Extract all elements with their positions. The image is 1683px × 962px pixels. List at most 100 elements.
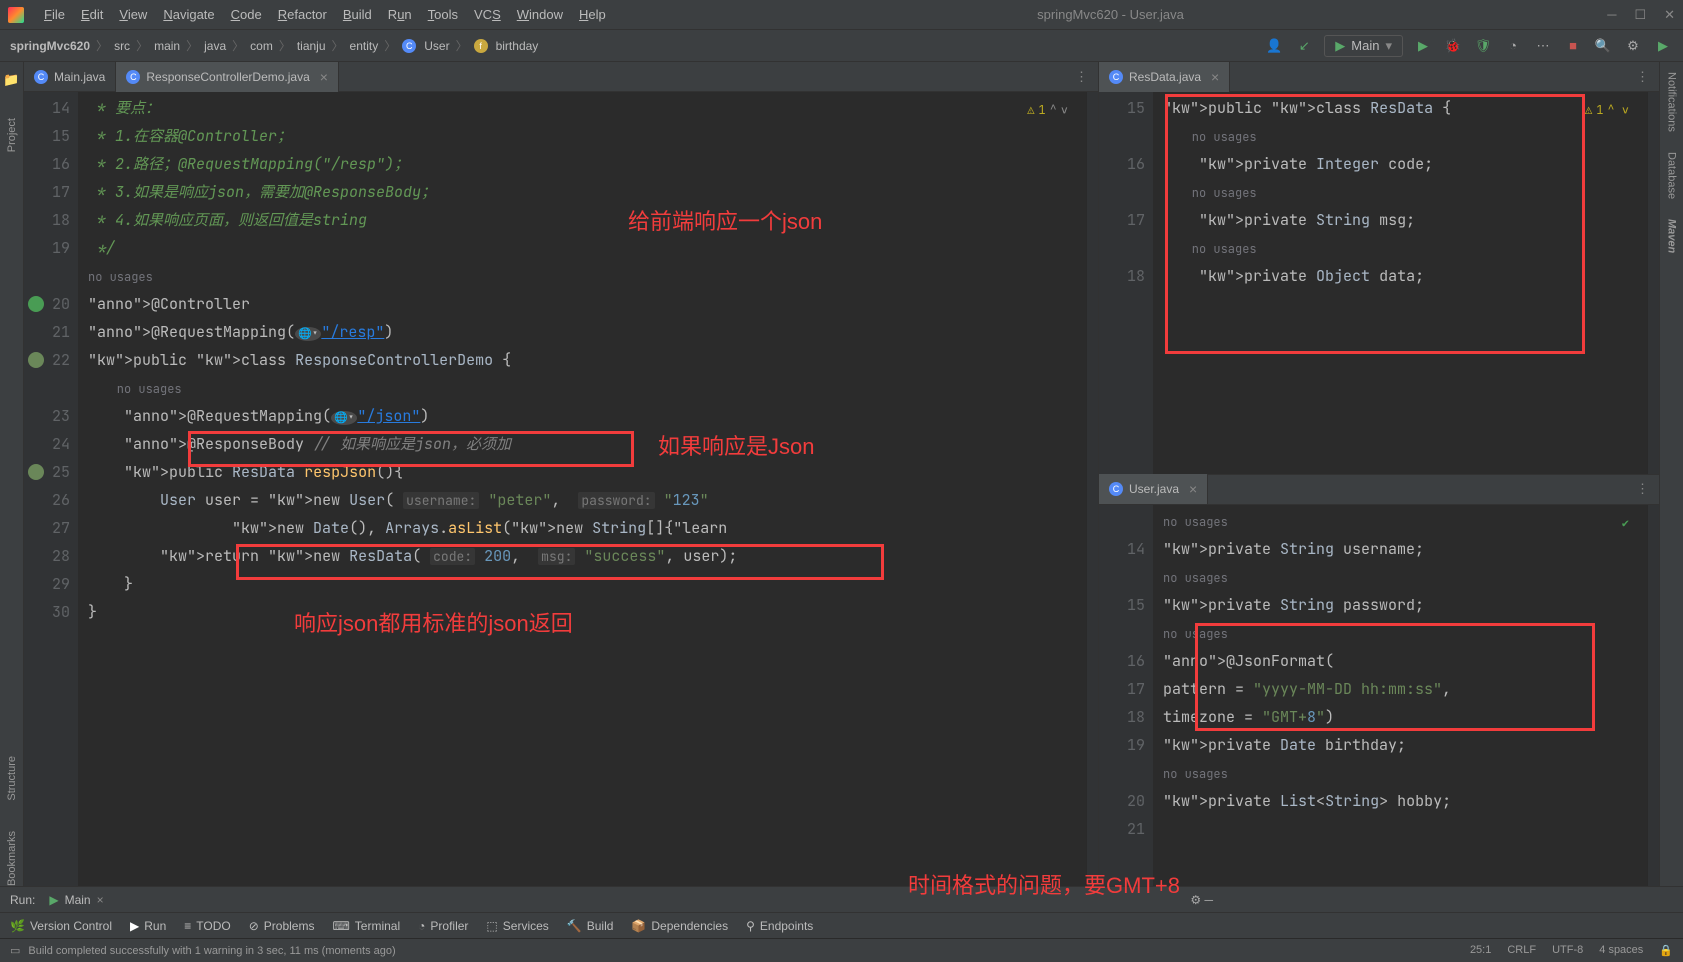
- field-icon: f: [474, 39, 488, 53]
- tab-close-icon[interactable]: ×: [320, 69, 328, 85]
- ide-logo-icon: [8, 7, 24, 23]
- run-triangle-icon: ▶: [49, 893, 58, 907]
- main-toolbar: 👤 ↙ ▶ Main ▾ ▶ 🐞 🛡 ◔ ⋯ ■ 🔍 ⚙ ▶: [1264, 35, 1673, 57]
- profiler-button[interactable]: ◔: [1503, 36, 1523, 56]
- tab-label: ResData.java: [1129, 70, 1201, 84]
- menu-file[interactable]: File: [36, 7, 73, 22]
- tab-close-icon[interactable]: ×: [1211, 69, 1219, 85]
- menu-run[interactable]: Run: [380, 7, 420, 22]
- menu-refactor[interactable]: Refactor: [270, 7, 335, 22]
- tab-close-icon[interactable]: ×: [1189, 481, 1197, 497]
- tool-version-control[interactable]: 🌿Version Control: [10, 919, 112, 933]
- status-bar: ▭ Build completed successfully with 1 wa…: [0, 938, 1683, 962]
- side-maven[interactable]: Maven: [1666, 219, 1678, 253]
- run-panel-tab[interactable]: ▶ Main ×: [49, 893, 103, 907]
- crumb-birthday[interactable]: birthday: [496, 39, 539, 53]
- tab-label: User.java: [1129, 482, 1179, 496]
- side-bookmarks[interactable]: Bookmarks: [6, 831, 18, 886]
- indent[interactable]: 4 spaces: [1599, 944, 1643, 957]
- coverage-button[interactable]: 🛡: [1473, 36, 1493, 56]
- tool-dependencies[interactable]: 📦Dependencies: [631, 919, 728, 933]
- breadcrumb[interactable]: springMvc620 〉src 〉main 〉java 〉com 〉tian…: [10, 37, 538, 54]
- status-icon[interactable]: ▭: [10, 944, 20, 957]
- menu-build[interactable]: Build: [335, 7, 380, 22]
- crumb-project[interactable]: springMvc620: [10, 39, 90, 53]
- side-database[interactable]: Database: [1666, 152, 1678, 199]
- right-top-tabs: C ResData.java × ⋮: [1099, 62, 1659, 92]
- line-ending[interactable]: CRLF: [1507, 944, 1536, 957]
- tool-run[interactable]: ▶Run: [130, 919, 166, 933]
- tool-terminal[interactable]: ⌨Terminal: [332, 919, 400, 933]
- minimize-icon[interactable]: ─: [1607, 7, 1616, 23]
- code-area-left[interactable]: ⚠ 1 ^ ∨ 14151617181920212223242526272829…: [24, 92, 1098, 886]
- lock-icon[interactable]: 🔒: [1659, 944, 1673, 957]
- crumb-com[interactable]: com: [250, 39, 273, 53]
- back-arrow-icon[interactable]: ↙: [1294, 36, 1314, 56]
- crumb-user[interactable]: User: [424, 39, 449, 53]
- side-project[interactable]: Project: [6, 118, 18, 152]
- right-bottom-tabs: C User.java × ⋮: [1099, 475, 1659, 505]
- run-config-label: Main: [1351, 38, 1379, 53]
- menu-edit[interactable]: Edit: [73, 7, 111, 22]
- tab-menu-icon[interactable]: ⋮: [1626, 69, 1659, 85]
- add-user-icon[interactable]: 👤: [1264, 36, 1284, 56]
- java-class-icon: C: [1109, 482, 1123, 496]
- class-icon: C: [402, 39, 416, 53]
- tab-response-controller[interactable]: C ResponseControllerDemo.java ×: [116, 62, 339, 92]
- encoding[interactable]: UTF-8: [1552, 944, 1583, 957]
- bottom-tool-bar: 🌿Version Control ▶Run ≡TODO ⊘Problems ⌨T…: [0, 912, 1683, 938]
- run-panel: Run: ▶ Main × ⚙ ─: [0, 886, 1683, 912]
- maximize-icon[interactable]: ☐: [1634, 7, 1646, 23]
- run-tab-label: Main: [65, 893, 91, 907]
- editor-right-top: C ResData.java × ⋮ ⚠ 1 ^ ∨ 15161718 "kw"…: [1099, 62, 1659, 474]
- menu-window[interactable]: Window: [509, 7, 571, 22]
- editor-right-bottom: C User.java × ⋮ ✔ 1415161718192021 no us…: [1099, 474, 1659, 887]
- stop-button[interactable]: ■: [1563, 36, 1583, 56]
- caret-position[interactable]: 25:1: [1470, 944, 1491, 957]
- side-structure[interactable]: Structure: [6, 756, 18, 801]
- tool-endpoints[interactable]: ⚲Endpoints: [746, 919, 813, 933]
- play-alt-icon[interactable]: ▶: [1653, 36, 1673, 56]
- editor-left: C Main.java C ResponseControllerDemo.jav…: [24, 62, 1099, 886]
- side-notifications[interactable]: Notifications: [1666, 72, 1678, 132]
- tool-profiler[interactable]: ◔Profiler: [418, 919, 468, 933]
- menu-help[interactable]: Help: [571, 7, 614, 22]
- left-tabs: C Main.java C ResponseControllerDemo.jav…: [24, 62, 1098, 92]
- settings-icon[interactable]: ⚙: [1623, 36, 1643, 56]
- crumb-src[interactable]: src: [114, 39, 130, 53]
- tab-menu-icon[interactable]: ⋮: [1626, 481, 1659, 497]
- run-button[interactable]: ▶: [1413, 36, 1433, 56]
- tab-resdata[interactable]: C ResData.java ×: [1099, 62, 1230, 92]
- tab-close-icon[interactable]: ×: [97, 893, 104, 907]
- tool-todo[interactable]: ≡TODO: [184, 919, 230, 933]
- tool-build[interactable]: 🔨Build: [567, 919, 614, 933]
- tab-label: ResponseControllerDemo.java: [146, 70, 309, 84]
- run-config-selector[interactable]: ▶ Main ▾: [1324, 35, 1403, 57]
- tab-user-java[interactable]: C User.java ×: [1099, 474, 1208, 504]
- code-area-right-bottom[interactable]: ✔ 1415161718192021 no usages"kw">private…: [1099, 505, 1659, 887]
- attach-button[interactable]: ⋯: [1533, 36, 1553, 56]
- menu-view[interactable]: View: [111, 7, 155, 22]
- menu-vcs[interactable]: VCS: [466, 7, 509, 22]
- menu-navigate[interactable]: Navigate: [155, 7, 222, 22]
- menu-code[interactable]: Code: [223, 7, 270, 22]
- code-area-right-top[interactable]: ⚠ 1 ^ ∨ 15161718 "kw">public "kw">class …: [1099, 92, 1659, 474]
- close-icon[interactable]: ✕: [1664, 7, 1675, 23]
- titlebar: File Edit View Navigate Code Refactor Bu…: [0, 0, 1683, 30]
- tab-main-java[interactable]: C Main.java: [24, 62, 116, 92]
- crumb-entity[interactable]: entity: [350, 39, 379, 53]
- run-settings-icon[interactable]: ⚙ ─: [1190, 893, 1673, 907]
- tool-problems[interactable]: ⊘Problems: [249, 919, 315, 933]
- crumb-java[interactable]: java: [204, 39, 226, 53]
- debug-button[interactable]: 🐞: [1443, 36, 1463, 56]
- tab-menu-icon[interactable]: ⋮: [1065, 69, 1098, 85]
- crumb-main[interactable]: main: [154, 39, 180, 53]
- java-class-icon: C: [34, 70, 48, 84]
- run-panel-label: Run:: [10, 893, 35, 907]
- search-icon[interactable]: 🔍: [1593, 36, 1613, 56]
- project-tool-icon[interactable]: 📁: [3, 72, 19, 88]
- crumb-tianju[interactable]: tianju: [297, 39, 326, 53]
- java-class-icon: C: [126, 70, 140, 84]
- menu-tools[interactable]: Tools: [420, 7, 466, 22]
- tool-services[interactable]: ⬚Services: [486, 919, 548, 933]
